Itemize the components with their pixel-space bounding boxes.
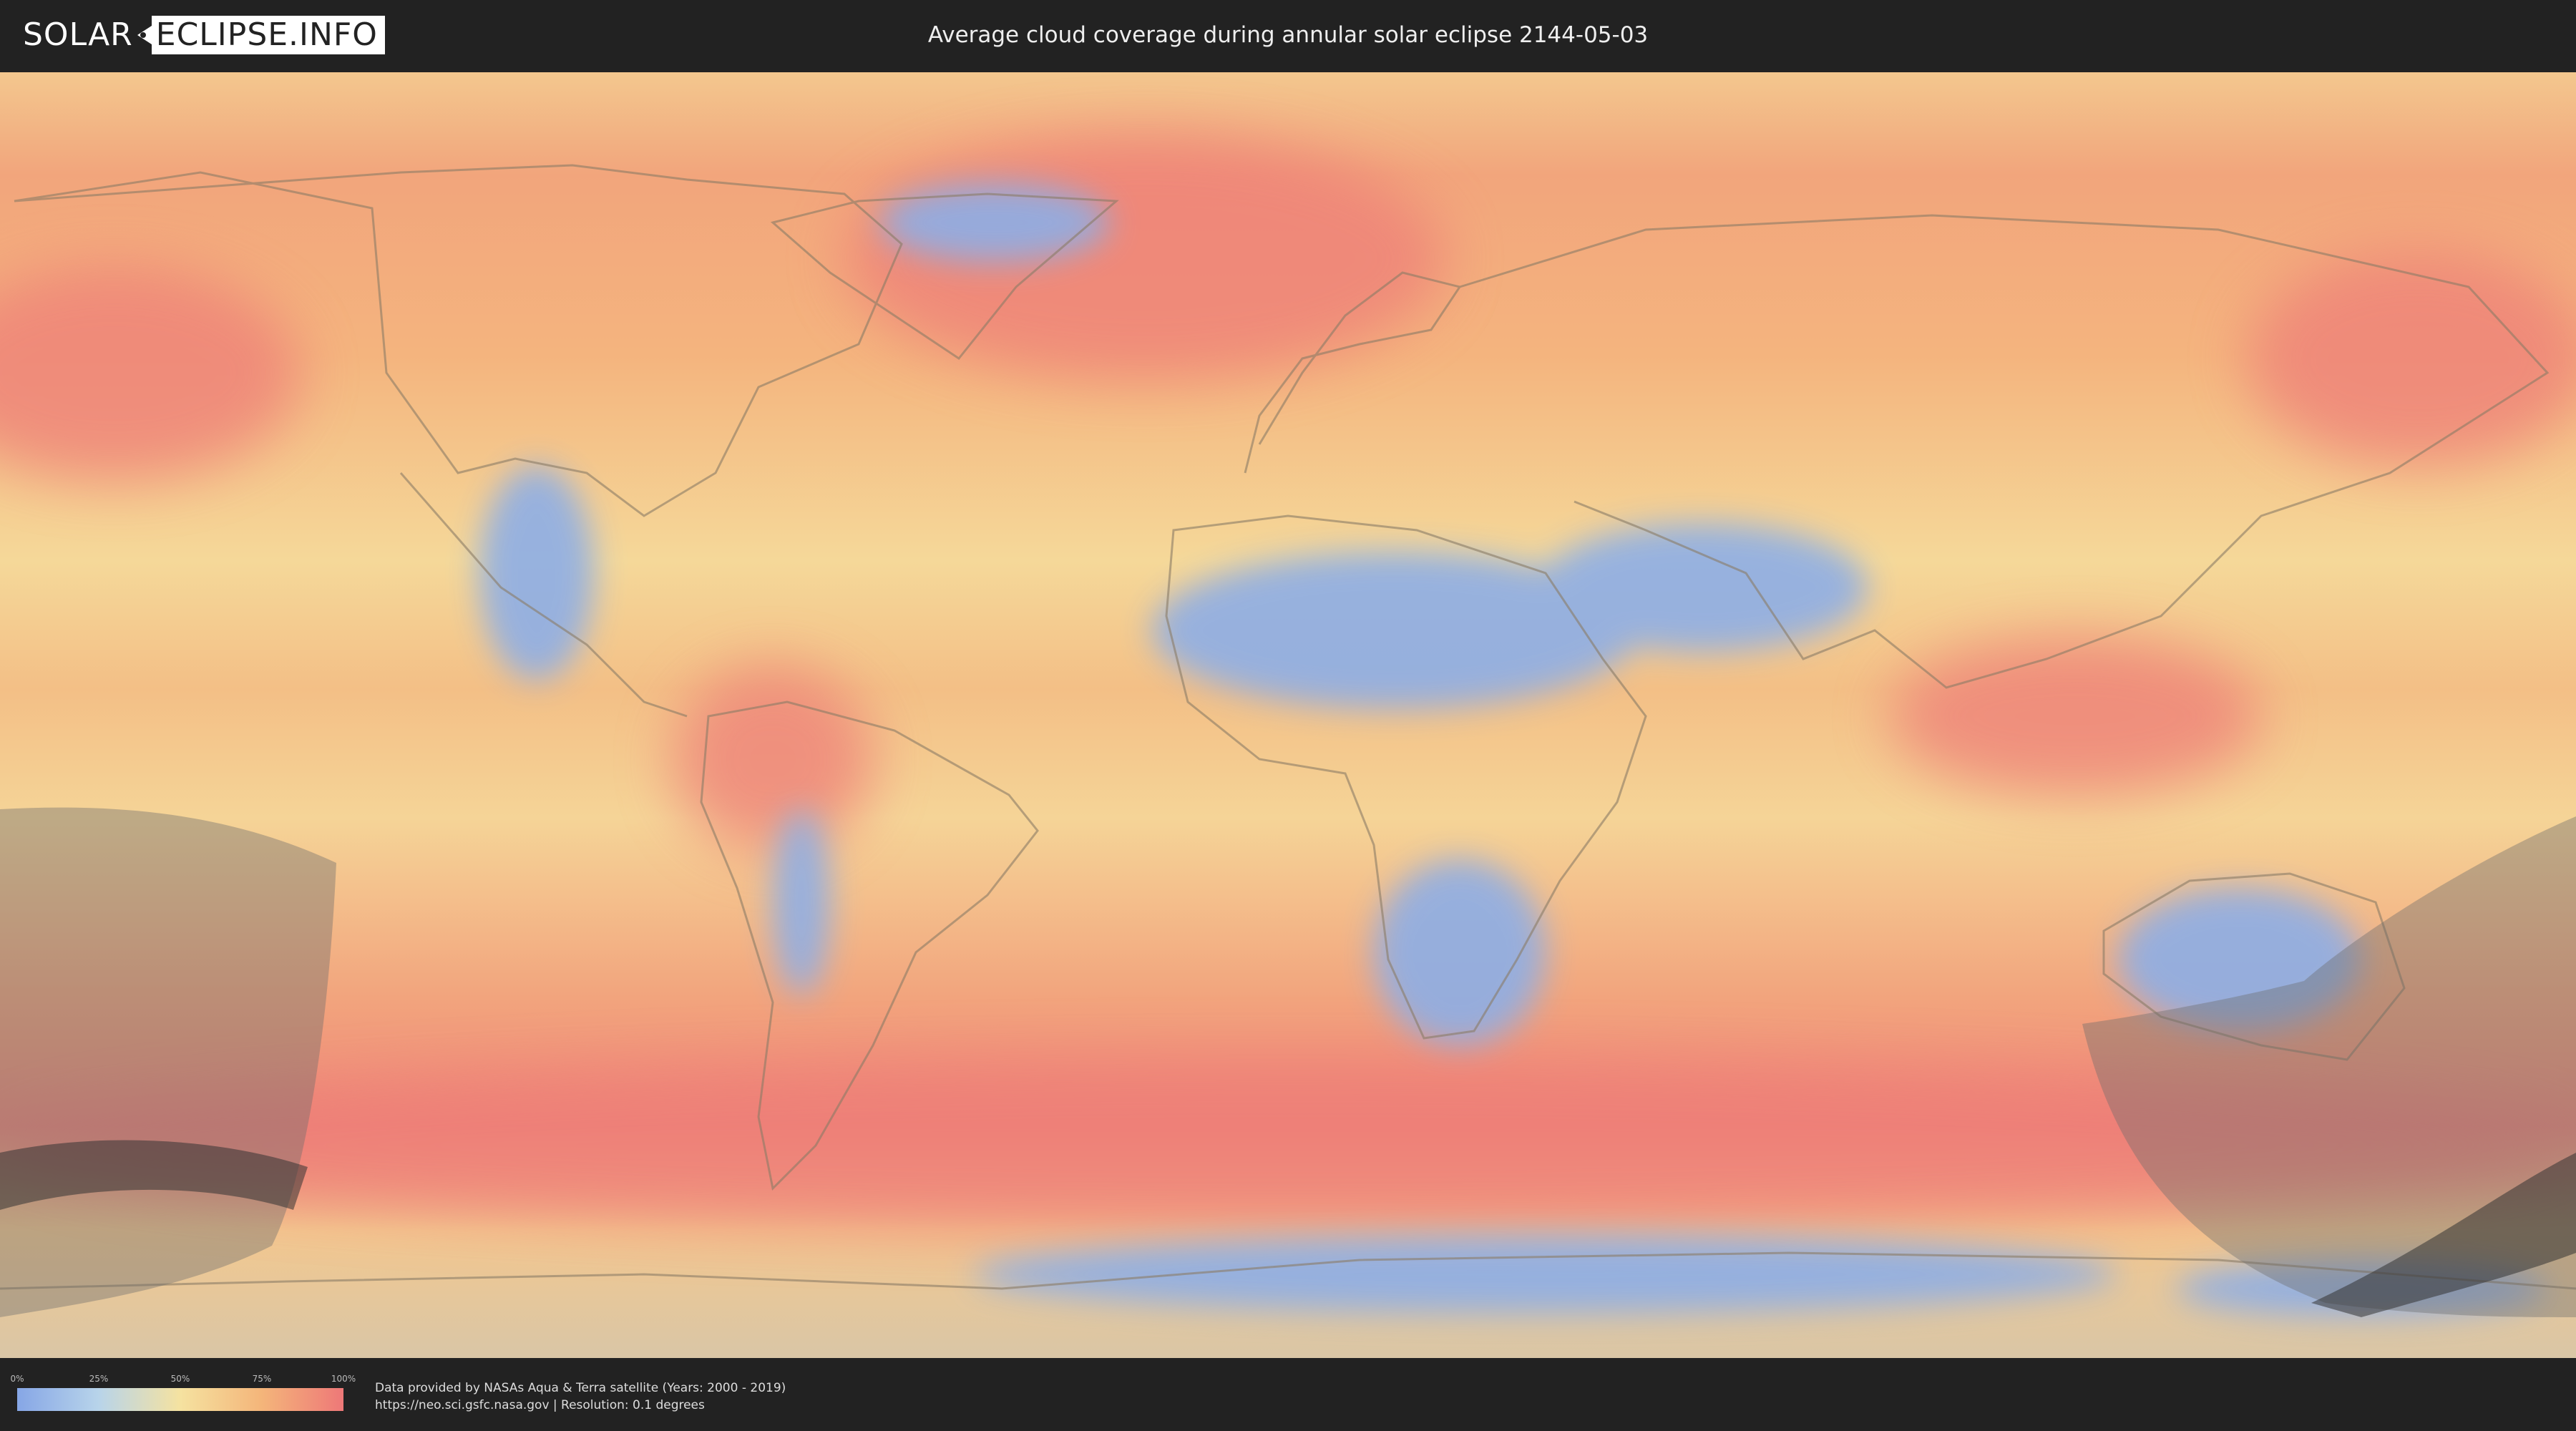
legend-ticks: 0% 25% 50% 75% 100% — [10, 1374, 356, 1388]
legend-color-scale — [17, 1388, 343, 1411]
cloud-coverage-map — [0, 72, 2576, 1358]
legend-tick-75: 75% — [252, 1374, 272, 1384]
credits-source: Data provided by NASAs Aqua & Terra sate… — [375, 1381, 786, 1395]
data-credits: Data provided by NASAs Aqua & Terra sate… — [375, 1379, 786, 1414]
top-bar: SOLAR ECLIPSE.INFO Average cloud coverag… — [0, 0, 2576, 72]
legend-tick-100: 100% — [331, 1374, 356, 1384]
footer: 0% 25% 50% 75% 100% Data provided by NAS… — [0, 1358, 2576, 1431]
legend-tick-50: 50% — [170, 1374, 190, 1384]
credits-url[interactable]: https://neo.sci.gsfc.nasa.gov | Resoluti… — [375, 1397, 786, 1414]
page-title: Average cloud coverage during annular so… — [927, 22, 1649, 48]
legend-tick-25: 25% — [89, 1374, 109, 1384]
legend-tick-0: 0% — [10, 1374, 24, 1384]
coverage-legend: 0% 25% 50% 75% 100% — [10, 1374, 356, 1411]
